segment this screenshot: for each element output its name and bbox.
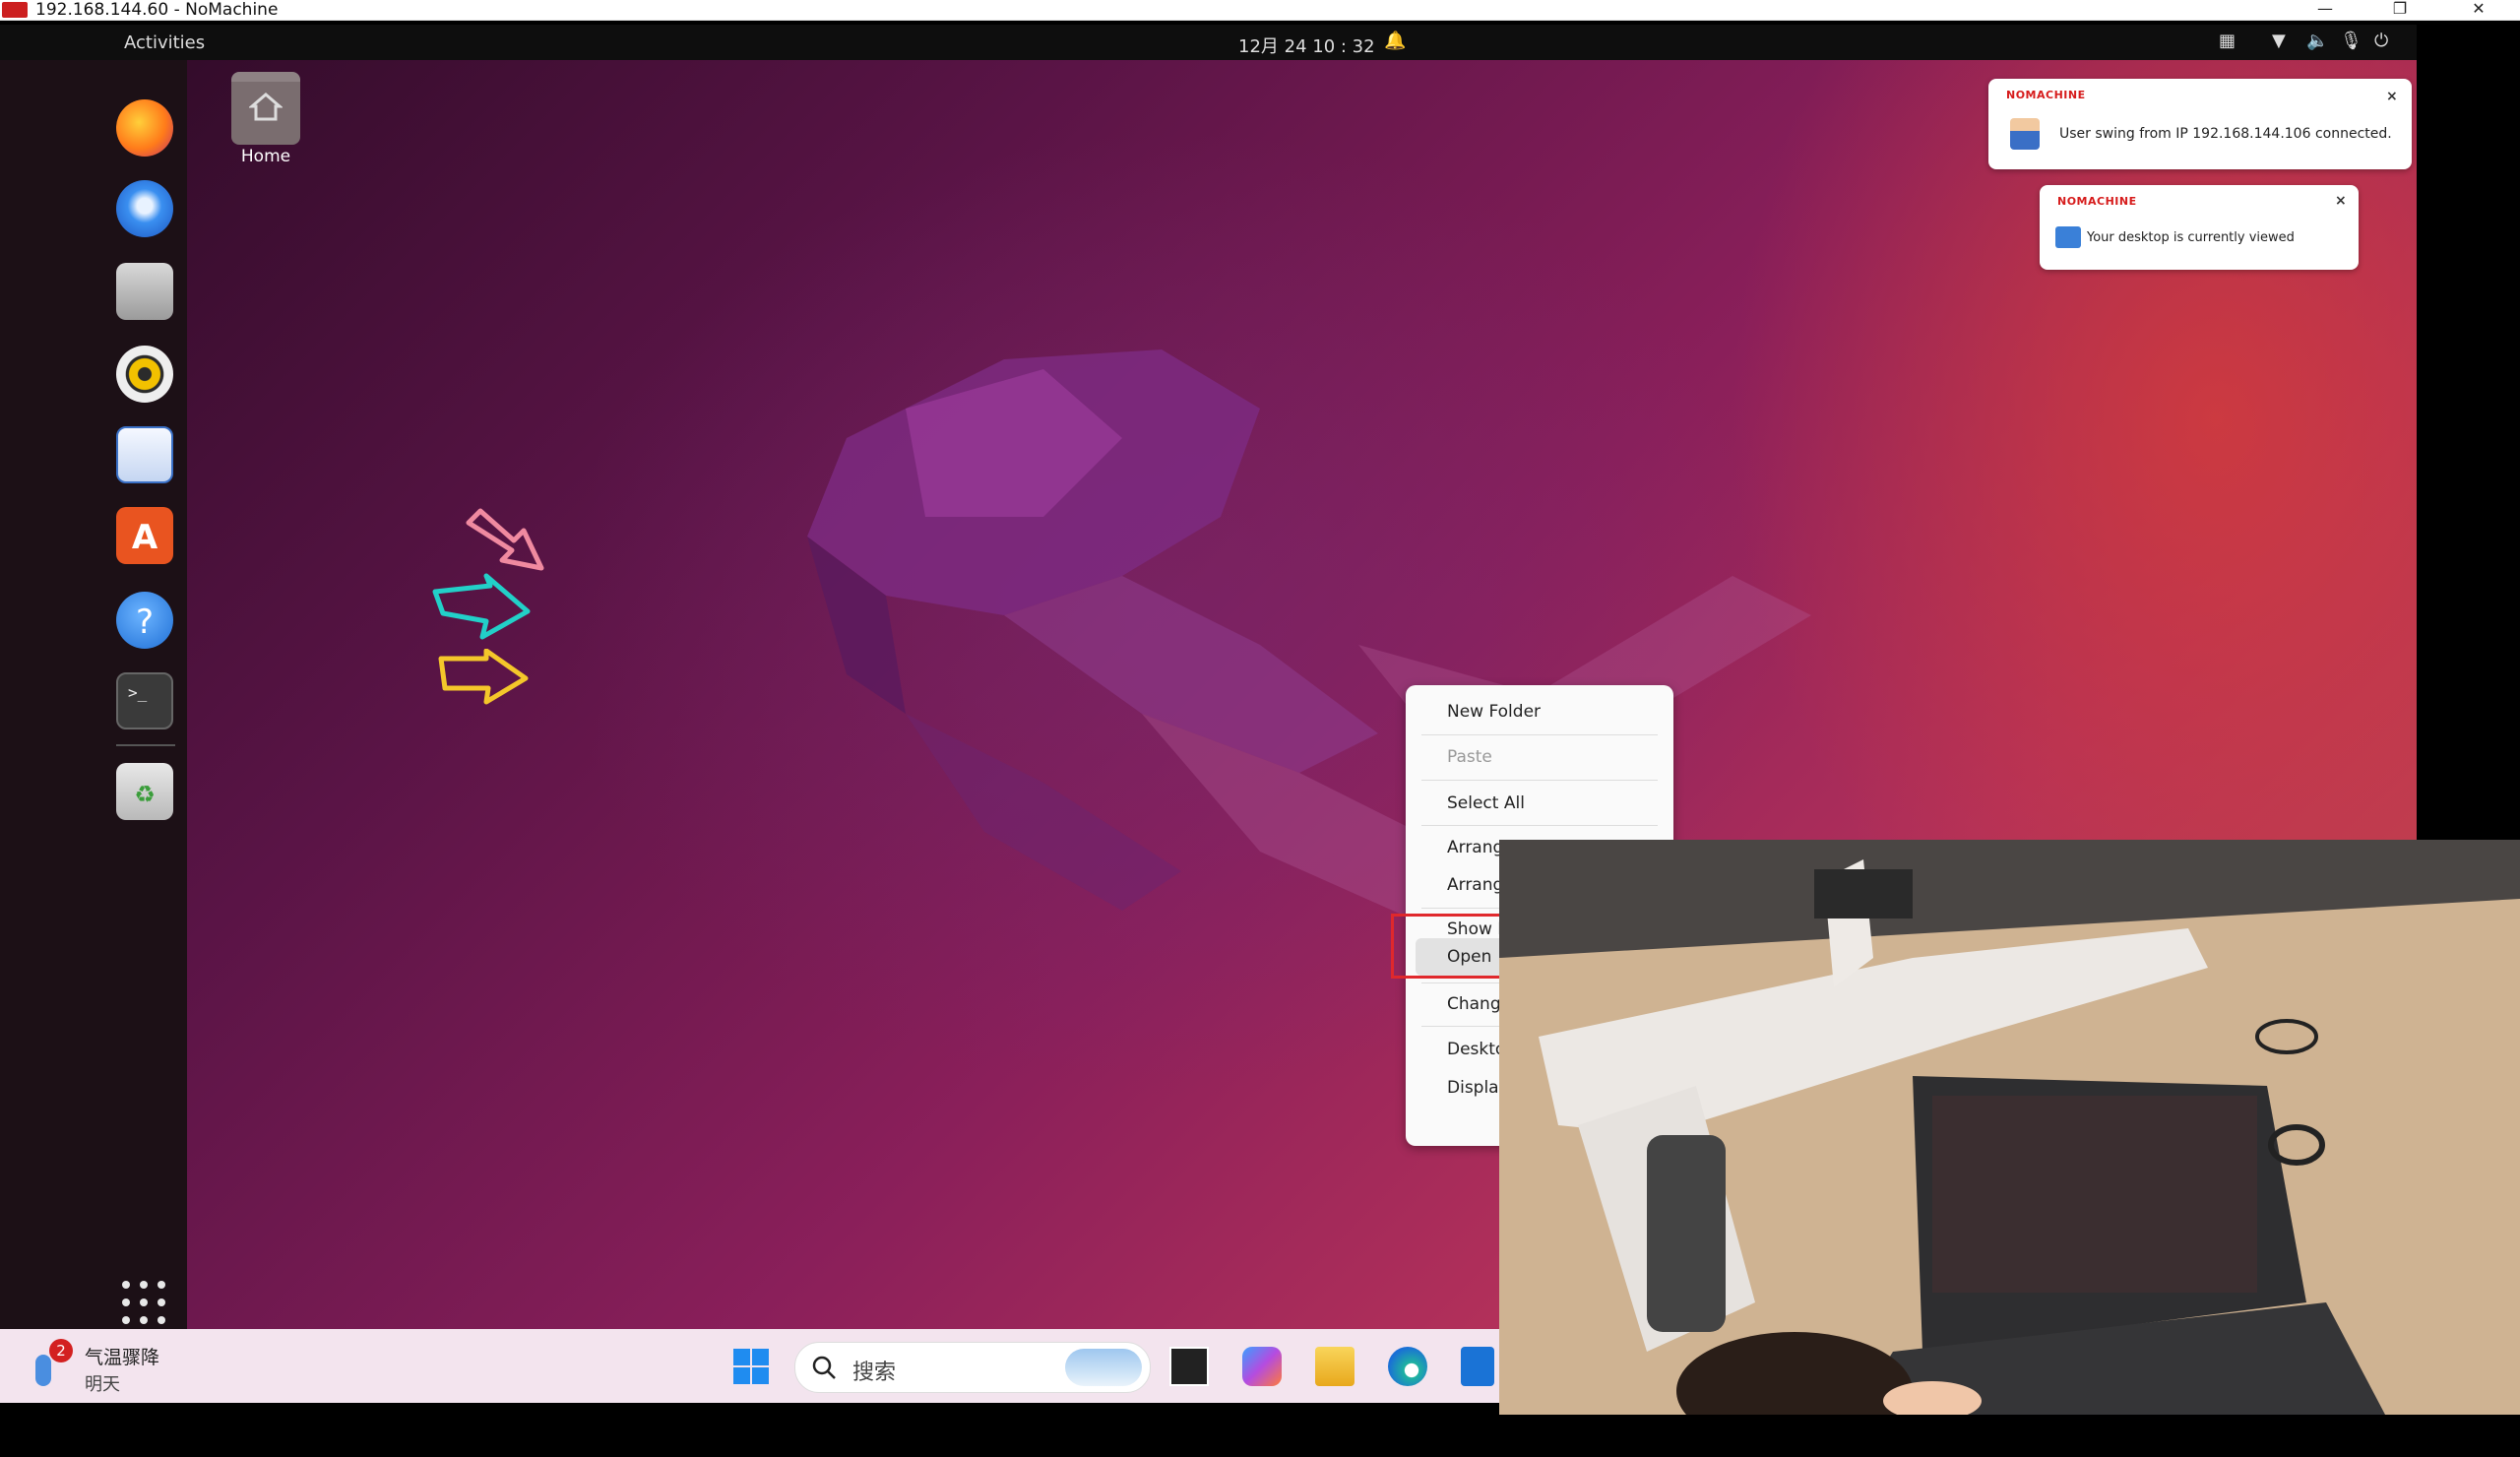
writer-icon[interactable] — [116, 426, 173, 483]
rhythmbox-icon[interactable] — [116, 346, 173, 403]
menu-item-select-all[interactable]: Select All — [1447, 793, 1525, 813]
menu-item-display-settings[interactable]: Displa — [1447, 1078, 1499, 1098]
viewing-notification[interactable]: NOMACHINE × Your desktop is currently vi… — [2040, 185, 2359, 270]
svg-text:>_: >_ — [128, 683, 148, 702]
letterbox-bottom — [0, 1403, 1499, 1457]
camera-video-overlay — [1499, 840, 2520, 1415]
search-highlight-image — [1065, 1349, 1142, 1386]
home-folder-label[interactable]: Home — [228, 147, 303, 166]
windows-start-icon[interactable] — [731, 1347, 771, 1386]
help-icon[interactable]: ? — [116, 592, 173, 649]
search-placeholder: 搜索 — [852, 1361, 897, 1385]
wifi-icon[interactable]: ▼ — [2272, 31, 2286, 51]
connection-notification[interactable]: NOMACHINE × User swing from IP 192.168.1… — [1988, 79, 2412, 169]
volume-icon[interactable]: 🔈 — [2306, 31, 2328, 51]
notification-bell-icon: 🔔 — [1384, 31, 1407, 51]
notification-close-icon[interactable]: × — [2335, 193, 2347, 209]
weather-subtitle[interactable]: 明天 — [85, 1370, 120, 1396]
close-button[interactable]: ✕ — [2459, 0, 2498, 20]
notification-message: User swing from IP 192.168.144.106 conne… — [2059, 126, 2392, 142]
screen-share-icon — [2055, 226, 2081, 248]
menu-item-paste: Paste — [1447, 747, 1492, 767]
thunderbird-icon[interactable] — [116, 180, 173, 237]
notification-brand: NOMACHINE — [2006, 89, 2086, 101]
activities-button[interactable]: Activities — [124, 32, 205, 53]
dock-separator — [116, 744, 175, 746]
svg-text:?: ? — [136, 602, 154, 642]
notification-close-icon[interactable]: × — [2386, 89, 2398, 104]
yellow-arrow-icon — [438, 649, 529, 705]
menu-separator — [1421, 780, 1658, 781]
dock: A ? >_ ♻ — [0, 60, 187, 1329]
microphone-icon[interactable]: 🎙 — [2340, 31, 2362, 51]
menu-separator — [1421, 825, 1658, 826]
minimize-button[interactable]: — — [2305, 0, 2345, 20]
trash-icon[interactable]: ♻ — [116, 763, 173, 820]
nomachine-icon — [2, 2, 28, 18]
svg-text:A: A — [132, 518, 158, 557]
clock[interactable]: 12月 24 10 : 32 — [1238, 32, 1375, 58]
cyan-arrow-icon — [432, 573, 531, 640]
menu-separator — [1421, 734, 1658, 735]
weather-title[interactable]: 气温骤降 — [85, 1343, 159, 1369]
file-explorer-icon[interactable] — [1315, 1347, 1354, 1386]
window-title: 192.168.144.60 - NoMachine — [35, 0, 279, 20]
menu-item-change-background[interactable]: Chang — [1447, 994, 1501, 1014]
power-icon[interactable]: ⏻ — [2374, 31, 2388, 51]
thermometer-icon[interactable] — [35, 1355, 51, 1386]
task-view-icon[interactable] — [1169, 1347, 1209, 1386]
microsoft-365-icon[interactable] — [1242, 1347, 1282, 1386]
camera-scene — [1499, 840, 2520, 1415]
show-apps-grid-icon[interactable] — [122, 1281, 165, 1324]
files-icon[interactable] — [116, 263, 173, 320]
menu-item-arrange-by[interactable]: Arrang — [1447, 875, 1503, 895]
gnome-top-bar: Activities 12月 24 10 : 32 🔔 ▦ ▼ 🔈 🎙 ⏻ — [0, 25, 2417, 60]
host-titlebar: 192.168.144.60 - NoMachine — ❐ ✕ — [0, 0, 2520, 21]
menu-item-desktop-icons-settings[interactable]: Deskto — [1447, 1040, 1505, 1059]
taskbar-search[interactable]: 搜索 — [794, 1342, 1151, 1393]
svg-text:♻: ♻ — [134, 781, 156, 808]
pink-arrow-icon — [466, 508, 544, 571]
restore-button[interactable]: ❐ — [2380, 0, 2420, 20]
terminal-icon[interactable]: >_ — [116, 672, 173, 729]
network-icon[interactable]: ▦ — [2219, 31, 2236, 51]
notification-message: Your desktop is currently viewed — [2087, 230, 2295, 245]
notification-brand: NOMACHINE — [2057, 195, 2137, 208]
home-folder-icon[interactable] — [231, 72, 300, 145]
user-avatar-icon — [2010, 118, 2040, 150]
windows-taskbar: 2 气温骤降 明天 搜索 — [0, 1329, 1499, 1403]
app-center-icon[interactable]: A — [116, 507, 173, 564]
search-icon — [812, 1356, 836, 1379]
firefox-icon[interactable] — [116, 99, 173, 157]
edge-browser-icon[interactable] — [1388, 1347, 1427, 1386]
store-icon[interactable] — [1461, 1347, 1494, 1386]
weather-badge: 2 — [49, 1339, 73, 1362]
menu-item-arrange-icons[interactable]: Arrang — [1447, 838, 1503, 857]
menu-item-new-folder[interactable]: New Folder — [1447, 702, 1541, 722]
